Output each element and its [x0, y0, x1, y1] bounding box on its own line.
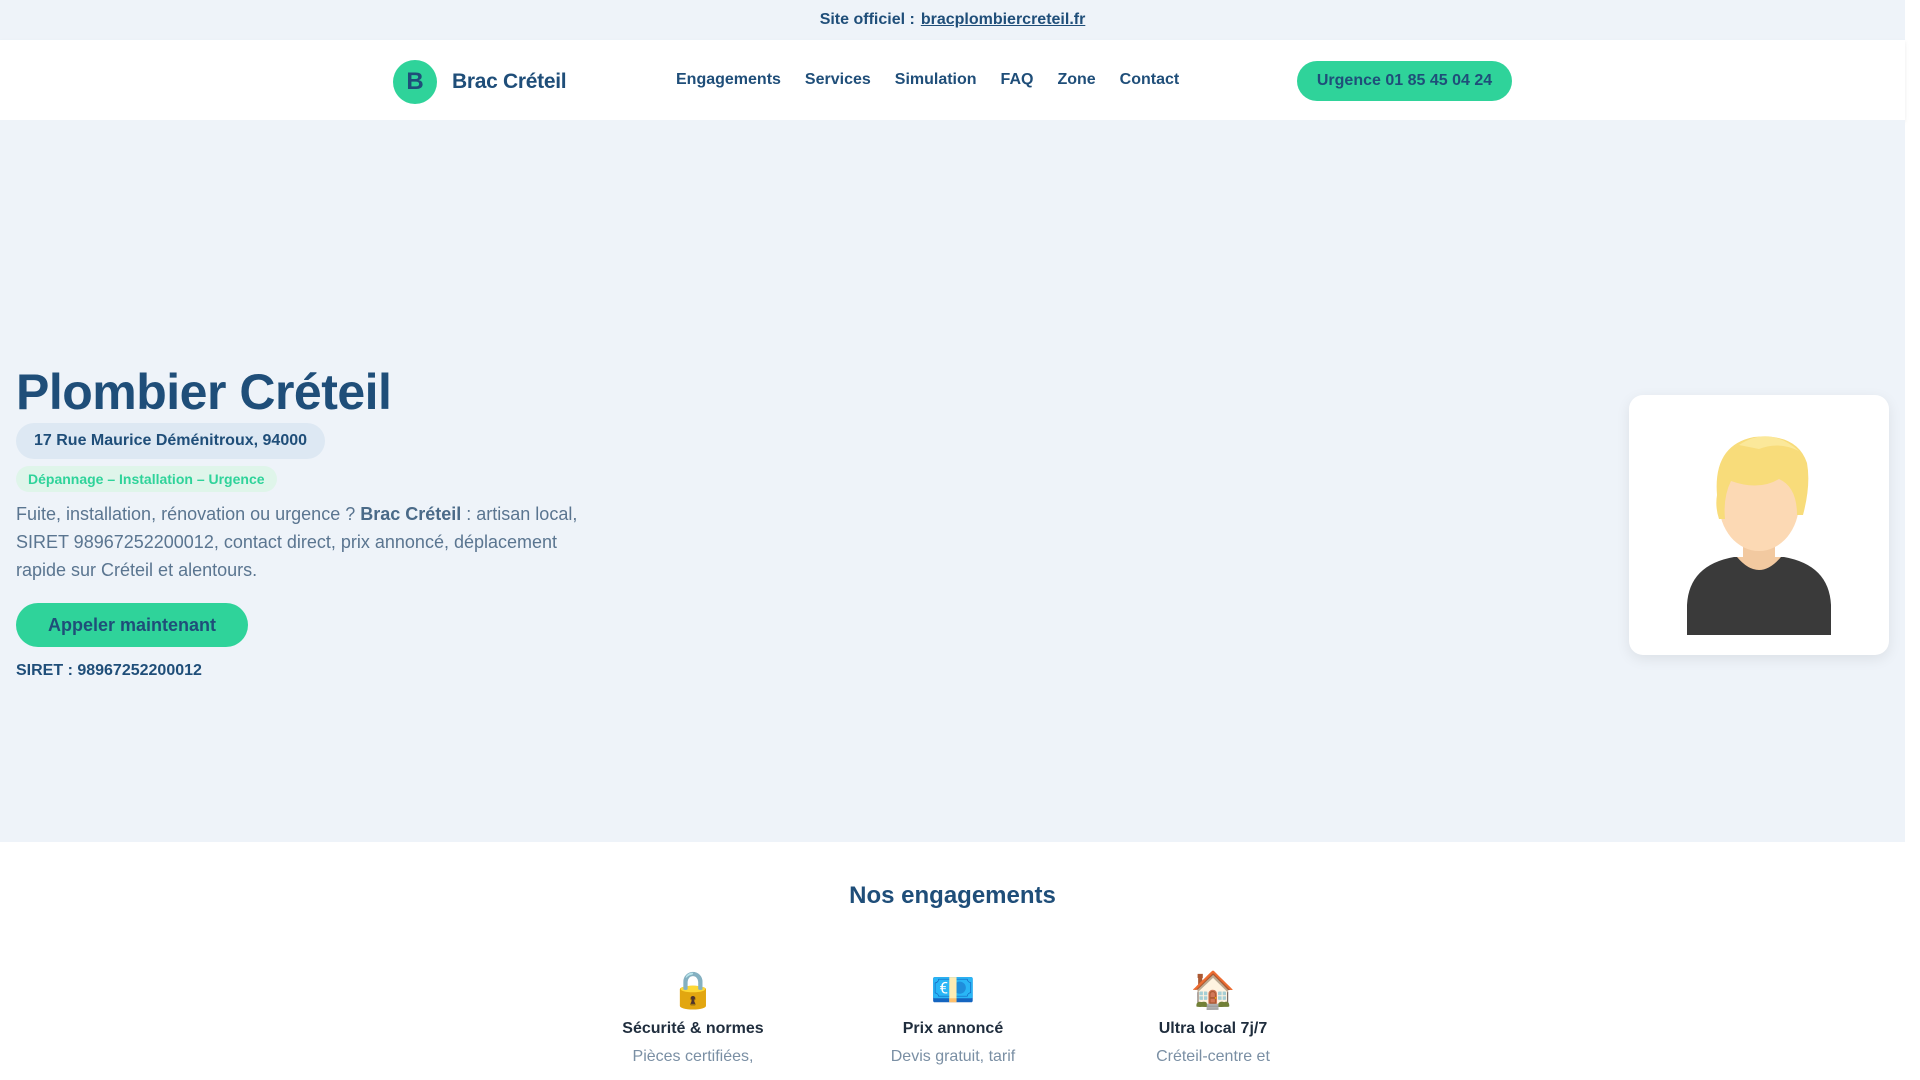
nav-services[interactable]: Services [805, 71, 871, 89]
engagement-desc: Pièces certifiées, [632, 1048, 754, 1065]
urgent-call-button[interactable]: Urgence 01 85 45 04 24 [1297, 61, 1512, 101]
avatar-card [1629, 395, 1889, 655]
lock-icon: 🔒 [670, 969, 716, 1010]
logo-badge[interactable]: B [393, 60, 437, 104]
intro-brand: Brac Créteil [360, 504, 462, 524]
page-title: Plombier Créteil [16, 364, 392, 420]
engagement-title: Ultra local 7j/7 [1158, 1020, 1268, 1037]
engagement-title: Sécurité & normes [622, 1020, 764, 1037]
official-site-label: Site officiel : [819, 11, 915, 28]
siret-text: SIRET : 98967252200012 [16, 662, 202, 679]
call-now-button[interactable]: Appeler maintenant [16, 603, 248, 647]
engagement-desc: Créteil-centre et [1156, 1048, 1270, 1065]
engagement-card: 🏠 Ultra local 7j/7 Créteil-centre et [1103, 968, 1323, 1066]
brand-name[interactable]: Brac Créteil [452, 70, 567, 94]
engagement-title: Prix annoncé [902, 1020, 1004, 1037]
nav-contact[interactable]: Contact [1120, 71, 1180, 89]
service-tag: Dépannage – Installation – Urgence [16, 466, 277, 492]
hero-section: Plombier Créteil 17 Rue Maurice Déménitr… [0, 120, 1905, 842]
address-badge: 17 Rue Maurice Déménitroux, 94000 [16, 423, 326, 459]
engagement-card: 💶 Prix annoncé Devis gratuit, tarif [843, 968, 1063, 1066]
official-site-banner: Site officiel : bracplombiercreteil.fr [0, 0, 1905, 40]
engagement-desc: Devis gratuit, tarif [890, 1048, 1016, 1065]
money-icon: 💶 [930, 969, 976, 1010]
official-site-link[interactable]: bracplombiercreteil.fr [921, 11, 1086, 29]
main-nav: Engagements Services Simulation FAQ Zone… [676, 71, 1203, 89]
nav-zone[interactable]: Zone [1057, 71, 1095, 89]
engagements-title: Nos engagements [849, 882, 1056, 909]
engagements-section: Nos engagements 🔒 Sécurité & normes Pièc… [0, 842, 1905, 1080]
site-header: B Brac Créteil Engagements Services Simu… [0, 40, 1905, 120]
nav-simulation[interactable]: Simulation [895, 71, 977, 89]
hero-intro: Fuite, installation, rénovation ou urgen… [16, 500, 591, 584]
user-avatar-icon [1687, 436, 1831, 635]
nav-faq[interactable]: FAQ [1001, 71, 1034, 89]
intro-text-start: Fuite, installation, rénovation ou urgen… [16, 504, 361, 524]
house-icon: 🏠 [1190, 969, 1236, 1010]
engagement-card: 🔒 Sécurité & normes Pièces certifiées, [583, 968, 803, 1066]
nav-engagements[interactable]: Engagements [676, 71, 781, 89]
